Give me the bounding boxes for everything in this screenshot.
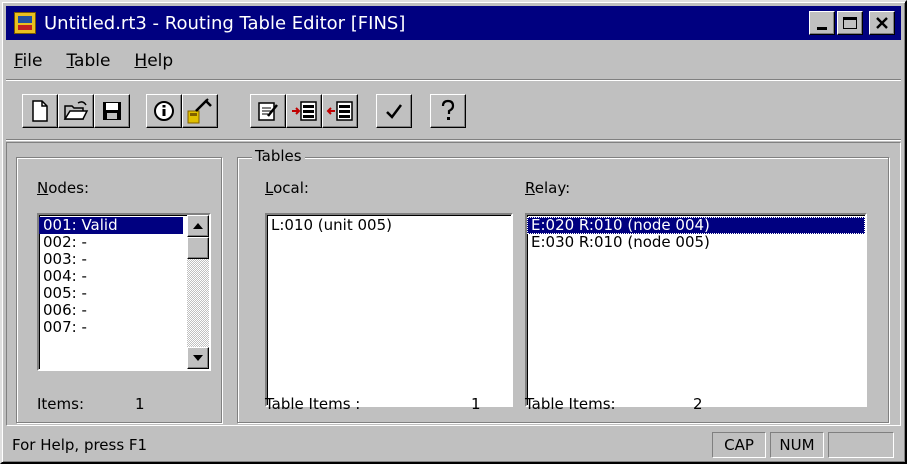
open-folder-icon [63,101,89,120]
relay-count-value: 2 [693,395,703,413]
status-bar: For Help, press F1 CAP NUM [6,428,901,460]
nodes-listbox[interactable]: 001: Valid 002: - 003: - 004: - 005: - 0… [37,213,211,371]
relay-list: E:020 R:010 (node 004) E:030 R:010 (node… [527,217,865,251]
relay-item[interactable]: E:020 R:010 (node 004) [527,217,865,234]
status-text: For Help, press F1 [12,436,148,454]
num-indicator: NUM [770,432,824,458]
check-button[interactable] [376,94,412,128]
node-item[interactable]: 005: - [39,285,183,302]
node-item[interactable]: 006: - [39,302,183,319]
minimize-button[interactable] [809,11,835,35]
local-item[interactable]: L:010 (unit 005) [267,217,511,234]
tables-legend: Tables [252,147,305,165]
nodes-count-value: 1 [135,395,145,413]
node-item[interactable]: 002: - [39,234,183,251]
routing-wizard-button[interactable] [182,94,218,128]
window-controls [809,11,895,35]
relay-label: Relay: [525,179,570,197]
relay-count-label: Table Items: [525,395,616,413]
local-label-text: ocal: [273,179,309,197]
menu-help-label: elp [147,50,174,71]
add-local-icon [292,101,317,121]
local-count-value: 1 [471,395,481,413]
info-button[interactable] [146,94,182,128]
local-count-label: Table Items : [265,395,361,413]
toolbar [6,82,901,140]
add-relay-icon [326,101,353,121]
local-label: Local: [265,179,309,197]
info-icon [154,101,174,121]
menu-file-label: ile [22,50,43,71]
help-button[interactable] [430,94,466,128]
new-file-icon [32,100,48,122]
scroll-up-icon [193,223,203,229]
nodes-count-label: Items: [37,395,85,413]
scroll-down-button[interactable] [187,347,209,369]
scroll-up-button[interactable] [187,215,209,237]
app-icon[interactable] [14,12,36,34]
relay-item[interactable]: E:030 R:010 (node 005) [527,234,865,251]
menu-file[interactable]: File [6,51,54,71]
cap-indicator: CAP [712,432,766,458]
node-item[interactable]: 007: - [39,319,183,336]
save-button[interactable] [94,94,130,128]
window-title: Untitled.rt3 - Routing Table Editor [FIN… [44,12,406,34]
title-bar[interactable]: Untitled.rt3 - Routing Table Editor [FIN… [6,6,901,40]
menu-table-label: able [74,50,111,71]
nodes-label: Nodes: [37,179,89,197]
maximize-button[interactable] [837,11,863,35]
relay-listbox[interactable]: E:020 R:010 (node 004) E:030 R:010 (node… [525,213,867,407]
nodes-label-accel: N [37,179,49,197]
maximize-icon [843,17,857,29]
relay-label-accel: R [525,179,535,197]
new-button[interactable] [22,94,58,128]
main-panel: Nodes: 001: Valid 002: - 003: - 004: - 0… [6,142,901,426]
edit-table-button[interactable] [250,94,286,128]
save-disk-icon [103,102,121,120]
app-window: Untitled.rt3 - Routing Table Editor [FIN… [0,0,907,464]
check-icon [386,104,402,119]
relay-label-text: elay: [534,179,571,197]
routing-wizard-icon [187,98,212,124]
menu-bar: File Table Help [6,42,901,80]
menu-help[interactable]: Help [122,51,185,71]
node-item[interactable]: 001: Valid [39,217,183,234]
minimize-icon [817,26,827,30]
menu-help-accel: H [134,50,148,71]
edit-table-icon [258,102,278,121]
close-icon [876,17,888,29]
close-button[interactable] [869,11,895,35]
menu-file-accel: F [14,50,23,71]
menu-table-accel: T [66,50,75,71]
node-item[interactable]: 003: - [39,251,183,268]
scrl-indicator [828,432,894,458]
add-relay-button[interactable] [322,94,358,128]
local-label-accel: L [265,179,274,197]
scroll-down-icon [193,355,203,361]
nodes-label-text: odes: [48,179,90,197]
local-list: L:010 (unit 005) [267,217,511,234]
help-icon [441,99,455,120]
menu-table[interactable]: Table [54,51,122,71]
local-listbox[interactable]: L:010 (unit 005) [265,213,513,407]
open-button[interactable] [58,94,94,128]
nodes-scrollbar[interactable] [187,215,209,369]
nodes-list: 001: Valid 002: - 003: - 004: - 005: - 0… [39,217,183,336]
scroll-thumb[interactable] [187,237,209,259]
node-item[interactable]: 004: - [39,268,183,285]
add-local-button[interactable] [286,94,322,128]
